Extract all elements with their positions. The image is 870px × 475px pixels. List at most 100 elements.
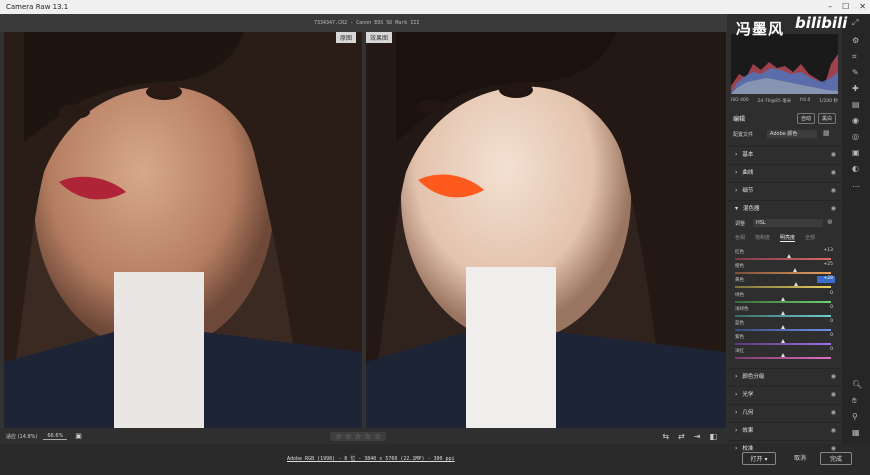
section-title: 效果	[742, 428, 754, 434]
slider-track[interactable]	[735, 343, 831, 346]
section-bottom-3[interactable]: › 几何 ◉	[727, 404, 842, 419]
slider-track[interactable]	[735, 314, 831, 317]
slider-thumb[interactable]	[781, 353, 785, 358]
redeye-icon[interactable]: ◎	[852, 132, 859, 141]
slider-row-2: 橙色 +25	[735, 262, 835, 277]
section-bottom-5[interactable]: › 校准 ◉	[727, 440, 842, 455]
visibility-eye-icon[interactable]: ◉	[831, 409, 836, 416]
section-4[interactable]: ▾ 混色器 ◉	[727, 200, 842, 215]
slider-label: 橙色	[735, 264, 744, 270]
brush-icon[interactable]: ✎	[852, 68, 859, 77]
more-icon[interactable]: ⋯	[852, 182, 860, 191]
bw-button[interactable]: 黑白	[817, 113, 836, 124]
hsl-tab-1[interactable]: 色相	[735, 234, 745, 242]
view-bar: 适应 (14.8%) 66.6% ▣ ☆ ☆ ☆ ☆ ☆ ⇆ ⇄ ⇥ ◧	[0, 428, 727, 444]
profile-select[interactable]: Adobe 颜色	[767, 130, 817, 138]
maximize-icon[interactable]: ☐	[842, 0, 849, 14]
edit-icon[interactable]: ⚙	[852, 36, 859, 45]
slider-value-input[interactable]: 0	[817, 305, 835, 312]
slider-row-8: 洋红 0	[735, 347, 835, 362]
expand-icon[interactable]: ⤢	[852, 18, 858, 28]
visibility-eye-icon[interactable]: ◉	[831, 445, 836, 452]
slider-label: 蓝色	[735, 321, 744, 326]
presets-icon[interactable]: ◐	[852, 164, 859, 173]
visibility-eye-icon[interactable]: ◉	[831, 427, 836, 434]
visibility-eye-icon[interactable]: ◉	[831, 151, 836, 158]
preview-after[interactable]: 效果图	[366, 32, 726, 428]
section-title: 颜色分级	[742, 374, 765, 380]
workflow-options-link[interactable]: Adobe RGB (1998) - 8 位 - 3840 x 5760 (22…	[287, 455, 455, 462]
visibility-eye-icon[interactable]: ◉	[831, 205, 836, 212]
slider-track[interactable]	[735, 272, 831, 275]
close-icon[interactable]: ✕	[859, 0, 866, 14]
radial-icon[interactable]: ◉	[852, 116, 859, 125]
copy-settings-icon[interactable]: ⇥	[694, 432, 701, 441]
slider-value-input[interactable]: +28	[817, 276, 835, 284]
healing-icon[interactable]: ✚	[852, 84, 859, 93]
section-bottom-2[interactable]: › 光学 ◉	[727, 386, 842, 401]
slider-row-3: 黄色 +28	[735, 276, 835, 291]
section-1[interactable]: › 基本 ◉	[727, 146, 842, 161]
gradient-icon[interactable]: ▤	[852, 100, 860, 109]
minimize-icon[interactable]: –	[828, 0, 832, 14]
slider-value-input[interactable]: 0	[817, 347, 835, 354]
auto-button[interactable]: 自动	[796, 113, 815, 124]
slider-thumb[interactable]	[786, 254, 791, 258]
chevron-right-icon: ›	[735, 372, 738, 380]
section-bottom-1[interactable]: › 颜色分级 ◉	[727, 368, 842, 383]
slider-value-input[interactable]: 0	[817, 319, 835, 326]
section-3[interactable]: › 细节 ◉	[727, 182, 842, 197]
fullscreen-icon[interactable]: ▣	[75, 432, 82, 440]
visibility-eye-icon[interactable]: ◉	[831, 169, 836, 176]
hsl-tab-3[interactable]: 明亮度	[780, 234, 796, 242]
edit-panel: ISO 400 24-70@85 毫米 f/4.0 1/200 秒 编辑 自动 …	[727, 14, 842, 452]
zoom-icon[interactable]: 🔍︎	[852, 380, 862, 389]
file-info: 7334347.CR2 - Canon EOS 5D Mark III	[314, 20, 420, 26]
after-label: 效果图	[366, 32, 393, 43]
rating-stars[interactable]: ☆ ☆ ☆ ☆ ☆	[330, 431, 387, 441]
profile-label: 配置文件	[733, 132, 754, 138]
window-title: Camera Raw 13.1	[6, 3, 69, 11]
hsl-tab-2[interactable]: 饱和度	[755, 234, 770, 242]
slider-thumb[interactable]	[781, 325, 785, 329]
hsl-tab-4[interactable]: 全部	[805, 234, 815, 242]
slider-value-input[interactable]: 0	[817, 333, 835, 340]
slider-thumb[interactable]	[781, 339, 785, 344]
visibility-eye-icon[interactable]: ◉	[831, 187, 836, 194]
section-title: 混色器	[743, 206, 760, 212]
visibility-eye-icon[interactable]: ◉	[831, 391, 836, 398]
section-2[interactable]: › 曲线 ◉	[727, 164, 842, 179]
zoom-dropdown[interactable]: 66.6%	[43, 433, 68, 440]
chevron-right-icon: ›	[735, 168, 738, 176]
slider-track[interactable]	[735, 286, 831, 289]
slider-value-input[interactable]: +25	[817, 262, 835, 269]
swap-icon[interactable]: ⇄	[678, 432, 685, 441]
crop-icon[interactable]: ⌗	[852, 52, 857, 62]
grid-icon[interactable]: ▦	[852, 428, 860, 437]
slider-thumb[interactable]	[781, 296, 785, 301]
target-adjust-icon[interactable]: ⊕	[827, 218, 833, 226]
slider-thumb[interactable]	[793, 268, 798, 273]
profile-browser-icon[interactable]: ▦	[823, 129, 830, 137]
hand-icon[interactable]: ✋︎	[852, 396, 857, 406]
section-bottom-4[interactable]: › 效果 ◉	[727, 422, 842, 437]
slider-label: 浅绿色	[735, 306, 749, 312]
visibility-eye-icon[interactable]: ◉	[831, 373, 836, 380]
slider-track[interactable]	[735, 357, 831, 360]
slider-thumb[interactable]	[781, 310, 785, 315]
slider-track[interactable]	[735, 300, 831, 303]
toggle-view-icon[interactable]: ◧	[709, 432, 717, 441]
slider-value-input[interactable]: +13	[817, 248, 835, 255]
slider-row-6: 蓝色 0	[735, 319, 835, 334]
slider-thumb[interactable]	[794, 282, 799, 287]
slider-track[interactable]	[735, 329, 831, 331]
fit-zoom-button[interactable]: 适应 (14.8%)	[6, 433, 37, 440]
before-after-toggle-icon[interactable]: ⇆	[662, 432, 669, 441]
slider-row-4: 绿色 0	[735, 291, 835, 306]
slider-value-input[interactable]: 0	[817, 291, 835, 298]
snapshots-icon[interactable]: ▣	[852, 148, 860, 157]
eyedropper-icon[interactable]: ⚲	[852, 412, 858, 421]
slider-track[interactable]	[735, 258, 831, 260]
preview-before[interactable]: 原图	[4, 32, 362, 428]
hsl-mode-select[interactable]: HSL	[753, 219, 823, 227]
